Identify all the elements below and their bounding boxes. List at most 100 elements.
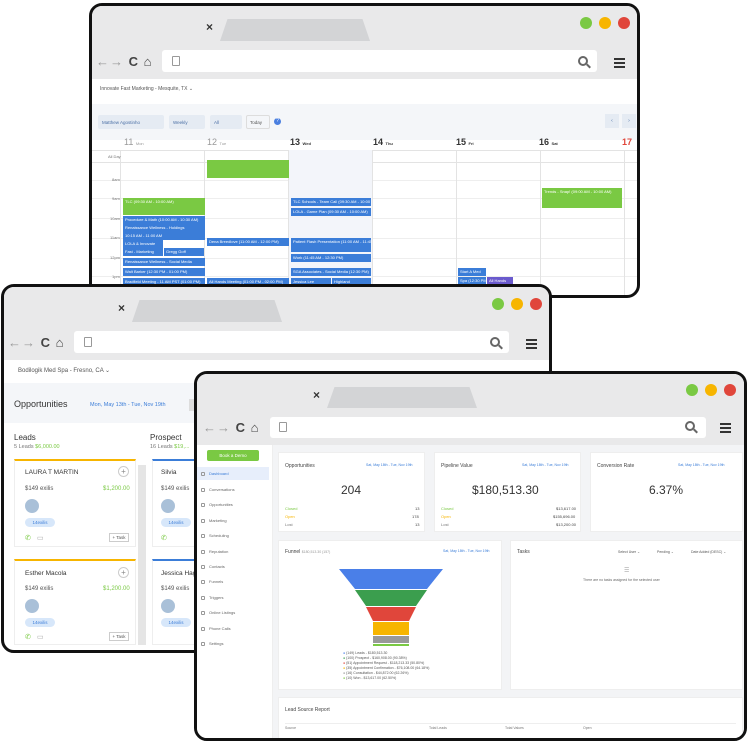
funnel-stage-leads[interactable] [339, 569, 443, 589]
address-bar[interactable] [162, 50, 597, 72]
search-icon[interactable] [685, 421, 695, 431]
calendar-event[interactable] [207, 160, 289, 178]
sidebar-item-contacts[interactable]: Contacts [201, 564, 225, 569]
avatar[interactable] [161, 599, 175, 613]
phone-icon[interactable]: ✆ [25, 534, 31, 542]
calendar-event[interactable]: Renaissance Wellness - Social Media [123, 258, 205, 266]
day-header[interactable]: 12 Tue [207, 137, 226, 147]
nav-controls[interactable]: ←→ C ⌂ [96, 54, 153, 69]
calendar-event[interactable]: Procedure & Math (10:00 AM - 10:30 AM) [123, 216, 205, 224]
calendar-event[interactable]: Work (11:45 AM - 12:30 PM) [291, 254, 371, 262]
opportunity-card[interactable]: LAURA T MARTIN + $149 exilis $1,200.00 1… [14, 459, 136, 547]
next-button[interactable]: › [622, 114, 636, 128]
calendar-event[interactable]: Fast - Marketing [123, 248, 163, 256]
green-window-button[interactable] [492, 298, 504, 310]
tag-pill[interactable]: 14exilis [25, 518, 55, 527]
add-icon[interactable]: + [118, 466, 129, 477]
phone-icon[interactable]: ✆ [161, 534, 167, 542]
close-tab-icon[interactable]: × [313, 388, 320, 402]
browser-tab[interactable] [327, 387, 477, 408]
avatar[interactable] [161, 499, 175, 513]
sidebar-item-phone-calls[interactable]: Phone Calls [201, 626, 231, 631]
sort-dropdown[interactable]: Date Added (DESC) ⌄ [691, 550, 726, 554]
yellow-window-button[interactable] [599, 17, 611, 29]
select-user-dropdown[interactable]: Select User ⌄ [618, 550, 640, 554]
menu-icon[interactable] [614, 58, 625, 60]
search-icon[interactable] [578, 56, 588, 66]
date-range[interactable]: Sat, May 18th - Tue, Nov 19th [443, 549, 490, 553]
chat-icon[interactable]: ▭ [37, 534, 44, 542]
sidebar-item-reputation[interactable]: Reputation [201, 549, 228, 554]
today-button[interactable]: Today [246, 115, 270, 129]
funnel-stage-appointment-confirmation[interactable] [373, 622, 409, 635]
day-header[interactable]: 17 [622, 137, 632, 147]
status-dropdown[interactable]: Pending ⌄ [657, 550, 674, 554]
avatar[interactable] [25, 599, 39, 613]
address-bar[interactable] [270, 417, 706, 438]
calendar-event[interactable]: Patient Flash Presentation (11:00 AM - 1… [291, 238, 371, 252]
calendar-event[interactable]: SGA Associates - Social Media (12:30 PM) [291, 268, 371, 276]
menu-icon[interactable] [720, 423, 731, 425]
task-button[interactable]: + Task [109, 533, 129, 542]
search-icon[interactable] [490, 337, 500, 347]
day-header[interactable]: 13 Wed [290, 137, 311, 147]
location-selector[interactable]: Bodilogik Med Spa - Fresno, CA ⌄ [18, 367, 110, 374]
funnel-stage-consultation[interactable] [373, 636, 409, 643]
sidebar-item-online-listings[interactable]: Online Listings [201, 610, 235, 615]
sidebar-item-settings[interactable]: Settings [201, 641, 223, 646]
view-select[interactable]: Weekly [169, 115, 205, 129]
menu-icon[interactable] [526, 339, 537, 341]
calendar-event[interactable]: LOLA & Innovate [123, 240, 163, 248]
chat-icon[interactable]: ▭ [37, 633, 44, 641]
red-window-button[interactable] [618, 17, 630, 29]
yellow-window-button[interactable] [511, 298, 523, 310]
phone-icon[interactable]: ✆ [25, 633, 31, 641]
location-selector[interactable]: Innovate Fast Marketing - Mesquite, TX ⌄ [100, 86, 193, 92]
sidebar-item-marketing[interactable]: Marketing [201, 518, 227, 523]
day-header[interactable]: 15 Fri [456, 137, 474, 147]
calendar-event[interactable]: Trends - Snap! (09:00 AM - 10:00 AM) [542, 188, 622, 208]
user-select[interactable]: Matthew Agostinho [98, 115, 164, 129]
green-window-button[interactable] [686, 384, 698, 396]
day-header[interactable]: 11 Mon [124, 137, 144, 147]
calendar-event[interactable]: Renaissance Wellness - Holdings [123, 224, 205, 232]
calendar-event[interactable]: Start A Med [458, 268, 486, 276]
nav-controls[interactable]: ←→ C ⌂ [203, 420, 260, 435]
all-select[interactable]: All [210, 115, 242, 129]
funnel-stage-prospect[interactable] [355, 590, 427, 606]
task-button[interactable]: + Task [109, 632, 129, 641]
book-demo-button[interactable]: Book a Demo [207, 450, 259, 461]
sidebar-item-scheduling[interactable]: Scheduling [201, 533, 229, 538]
red-window-button[interactable] [530, 298, 542, 310]
nav-controls[interactable]: ←→ C ⌂ [8, 335, 65, 350]
red-window-button[interactable] [724, 384, 736, 396]
yellow-window-button[interactable] [705, 384, 717, 396]
calendar-event[interactable]: TLC Schools - Team Call (09:30 AM - 10:0… [291, 198, 371, 206]
sidebar-item-opportunities[interactable]: Opportunities [201, 502, 233, 507]
address-bar[interactable] [74, 331, 509, 353]
calendar-event[interactable]: 10:15 AM - 11:00 AM [123, 232, 205, 240]
add-icon[interactable]: + [118, 567, 129, 578]
date-range[interactable]: Sat, May 18th - Tue, Nov 19th [366, 463, 413, 467]
sidebar-item-dashboard-label[interactable]: Dashboard [201, 471, 229, 476]
avatar[interactable] [25, 499, 39, 513]
calendar-event[interactable]: Walt Barker (12:30 PM - 01:00 PM) [123, 268, 205, 276]
calendar-event[interactable]: TLC (09:30 AM - 10:00 AM) [123, 198, 205, 215]
funnel-stage-appointment-request[interactable] [366, 607, 416, 621]
date-range[interactable]: Mon, May 13th - Tue, Nov 19th [90, 402, 166, 408]
green-window-button[interactable] [580, 17, 592, 29]
opportunity-card[interactable]: Esther Macola + $149 exilis $1,200.00 14… [14, 559, 136, 645]
prev-button[interactable]: ‹ [605, 114, 619, 128]
day-header[interactable]: 16 Sat [539, 137, 558, 147]
tag-pill[interactable]: 14exilis [25, 618, 55, 627]
calendar-event[interactable]: LOLA - Game Plan (09:30 AM - 10:00 AM) [291, 208, 371, 216]
sidebar-item-triggers[interactable]: Triggers [201, 595, 224, 600]
day-header[interactable]: 14 Thu [373, 137, 393, 147]
browser-tab[interactable] [132, 300, 282, 322]
close-tab-icon[interactable]: × [206, 20, 213, 34]
funnel-stage-won[interactable] [373, 644, 409, 646]
help-icon[interactable]: ? [274, 118, 281, 125]
tag-pill[interactable]: 14exilis [161, 618, 191, 627]
calendar-event[interactable]: Gregg Goff [164, 248, 204, 256]
sidebar-item-conversations[interactable]: Conversations [201, 487, 235, 492]
